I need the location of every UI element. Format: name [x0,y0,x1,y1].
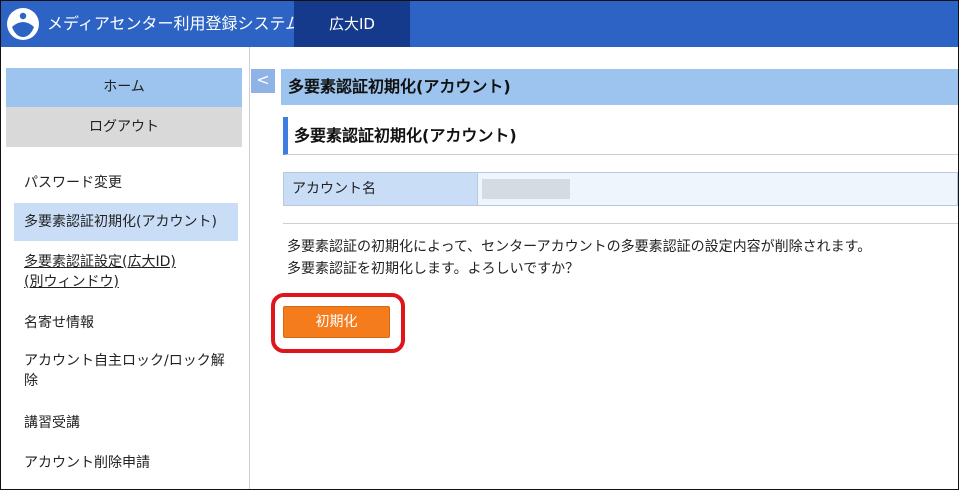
sidebar-item-account-lock[interactable]: アカウント自主ロック/ロック解 除 [14,351,238,395]
sidebar-item-label: パスワード変更 [24,175,122,191]
chevron-left-icon: < [256,70,270,89]
logout-button[interactable]: ログアウト [6,107,242,147]
initialize-button[interactable]: 初期化 [283,306,390,338]
sidebar-item-label-sub: 除 [24,373,38,389]
sidebar: ホーム ログアウト パスワード変更 多要素認証初期化(アカウント) 多要素認証設… [1,47,250,489]
sidebar-item-account-deletion[interactable]: アカウント削除申請 [14,451,238,475]
sidebar-item-label: 講習受講 [24,415,80,431]
account-name-row: アカウント名 [283,172,958,206]
sidebar-item-label: アカウント自主ロック/ロック解 [24,353,225,369]
divider [283,223,958,224]
sidebar-item-label: 多要素認証設定(広大ID) [24,254,176,270]
section-title: 多要素認証初期化(アカウント) [283,117,958,155]
header-bar: メディアセンター利用登録システム 広大ID [1,1,958,47]
account-name-label: アカウント名 [284,173,478,205]
sidebar-item-label: 多要素認証初期化(アカウント) [24,214,217,230]
university-logo-icon[interactable] [6,7,40,41]
collapse-sidebar-button[interactable]: < [251,69,275,93]
message-line-1: 多要素認証の初期化によって、センターアカウントの多要素認証の設定内容が削除されま… [287,239,872,255]
account-name-value-redacted [482,179,570,199]
sidebar-item-training[interactable]: 講習受講 [14,411,238,435]
sidebar-item-mfa-settings-link[interactable]: 多要素認証設定(広大ID) (別ウィンドウ) [14,252,238,296]
home-button[interactable]: ホーム [6,68,242,107]
sidebar-item-label-sub: (別ウィンドウ) [24,274,119,290]
sidebar-item-name-merge[interactable]: 名寄せ情報 [14,311,238,335]
app-window: メディアセンター利用登録システム 広大ID ホーム ログアウト パスワード変更 … [0,0,959,490]
sidebar-item-mfa-reset[interactable]: 多要素認証初期化(アカウント) [14,203,238,241]
confirmation-message: 多要素認証の初期化によって、センターアカウントの多要素認証の設定内容が削除されま… [287,236,955,280]
page-title: 多要素認証初期化(アカウント) [281,69,958,105]
sidebar-item-label: アカウント削除申請 [24,455,150,471]
app-title[interactable]: メディアセンター利用登録システム [47,1,301,47]
tab-hiroshima-id[interactable]: 広大ID [294,1,410,47]
sidebar-item-label: 名寄せ情報 [24,315,94,331]
message-line-2: 多要素認証を初期化します。よろしいですか？ [287,261,580,277]
sidebar-item-password-change[interactable]: パスワード変更 [14,171,238,195]
